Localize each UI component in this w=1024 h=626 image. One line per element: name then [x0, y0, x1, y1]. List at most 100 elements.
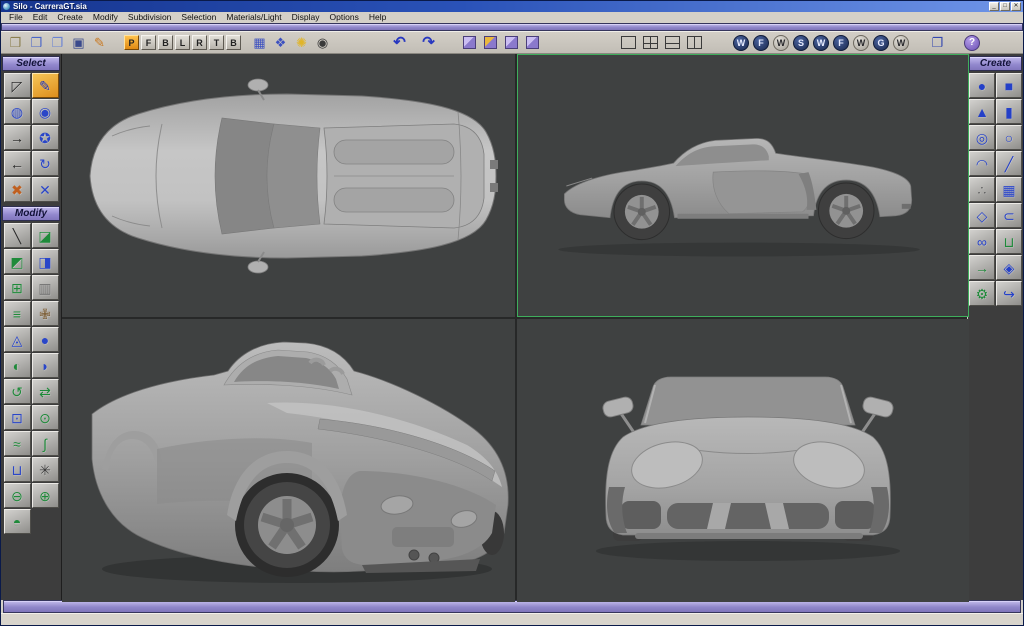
flat-shade-toggle-1[interactable]: F [753, 34, 769, 51]
scoop-tool-button[interactable]: ◗ [31, 353, 59, 378]
wireframe-toggle-4[interactable]: W [853, 34, 869, 51]
viewport-front-view[interactable] [517, 319, 969, 602]
view-back-button[interactable]: B [158, 35, 173, 50]
sweep-button[interactable]: ↪ [996, 281, 1022, 306]
bevel-tool-button[interactable]: ◨ [31, 249, 59, 274]
create-polygon-button[interactable]: ◇ [969, 203, 995, 228]
create-cone-button[interactable]: ▲ [969, 99, 995, 124]
flip-normals-tool-button[interactable]: ⇄ [31, 379, 59, 404]
menu-help[interactable]: Help [364, 12, 391, 23]
menu-create[interactable]: Create [52, 12, 88, 23]
select-all-loops-tool-button[interactable]: ✪ [31, 125, 59, 150]
shift-loop-tool-button[interactable]: ≡ [3, 301, 31, 326]
round-tool-button[interactable]: ● [31, 327, 59, 352]
extrude-tool-button[interactable]: ◩ [3, 249, 31, 274]
help-button[interactable]: ? [964, 34, 980, 51]
close-button[interactable]: ✕ [1011, 2, 1021, 11]
sculpt-brush-tool-button[interactable]: ✳ [31, 457, 59, 482]
create-line-button[interactable]: ╱ [996, 151, 1022, 176]
bridge-tool-button[interactable]: ▥ [31, 275, 59, 300]
subdivide-shield-tool-button[interactable]: ⊕ [31, 483, 59, 508]
view-bottom-button[interactable]: B [226, 35, 241, 50]
subdivide-button[interactable] [459, 33, 480, 52]
instance-mirror-button[interactable]: ◈ [996, 255, 1022, 280]
select-loop-tool-button[interactable]: ◍ [3, 99, 31, 124]
bend-tool-button[interactable]: ≈ [3, 431, 31, 456]
invert-selection-tool-button[interactable]: ↻ [31, 151, 59, 176]
unsubdivide-shield-tool-button[interactable]: ⊖ [3, 483, 31, 508]
create-torus-button[interactable]: ◎ [969, 125, 995, 150]
ghost-shade-toggle[interactable]: G [873, 34, 889, 51]
crease-button[interactable] [501, 33, 522, 52]
smooth-tool-button[interactable]: ◓ [3, 509, 31, 534]
save-button[interactable]: ▣ [68, 33, 89, 52]
inset-tool-button[interactable]: ⊞ [3, 275, 31, 300]
new-scene-button[interactable]: ❒ [5, 33, 26, 52]
spin-edge-tool-button[interactable]: ↺ [3, 379, 31, 404]
split-tool-button[interactable]: ◬ [3, 327, 31, 352]
camera-button[interactable]: ◉ [312, 33, 333, 52]
viewport-top-view[interactable] [62, 54, 515, 317]
view-left-button[interactable]: L [175, 35, 190, 50]
create-sphere-button[interactable]: ● [969, 73, 995, 98]
create-tube-button[interactable]: ⊔ [996, 229, 1022, 254]
create-grid-plane-button[interactable]: ▦ [996, 177, 1022, 202]
wireframe-toggle-3[interactable]: W [813, 34, 829, 51]
menu-file[interactable]: File [4, 12, 28, 23]
open-file-button[interactable]: ❒ [26, 33, 47, 52]
wireframe-toggle-1[interactable]: W [733, 34, 749, 51]
menu-options[interactable]: Options [325, 12, 364, 23]
create-arc-button[interactable]: ◠ [969, 151, 995, 176]
lattice-toggle-button[interactable]: ❖ [270, 33, 291, 52]
view-top-button[interactable]: T [209, 35, 224, 50]
twist-tool-button[interactable]: ∫ [31, 431, 59, 456]
flat-shade-toggle-2[interactable]: F [833, 34, 849, 51]
save-scene-as-button[interactable]: ❐ [47, 33, 68, 52]
view-perspective-button[interactable]: P [124, 35, 139, 50]
viewport-side-view[interactable] [517, 54, 969, 317]
view-right-button[interactable]: R [192, 35, 207, 50]
knife-tool-button[interactable]: ╲ [3, 223, 31, 248]
layout-vsplit-button[interactable] [683, 33, 705, 52]
grow-selection-tool-button[interactable]: → [3, 125, 31, 150]
menu-modify[interactable]: Modify [88, 12, 123, 23]
layout-quad-button[interactable] [639, 33, 661, 52]
menu-edit[interactable]: Edit [28, 12, 53, 23]
lights-toggle-button[interactable]: ✺ [291, 33, 312, 52]
minimize-button[interactable]: _ [989, 2, 999, 11]
create-curve-button[interactable]: ⊂ [996, 203, 1022, 228]
viewport-perspective-view[interactable] [62, 319, 515, 602]
symmetry-selection-tool-button[interactable]: ✕ [31, 177, 59, 202]
maximize-button[interactable]: □ [1000, 2, 1010, 11]
area-select-tool-button[interactable]: ◸ [3, 73, 31, 98]
grid-toggle-button[interactable]: ▦ [249, 33, 270, 52]
unsubdivide-button[interactable] [480, 33, 501, 52]
menu-materials-light[interactable]: Materials/Light [221, 12, 286, 23]
tweak-tool-button[interactable]: ✙ [31, 301, 59, 326]
create-gear-button[interactable]: ⚙ [969, 281, 995, 306]
view-front-button[interactable]: F [141, 35, 156, 50]
uncrease-button[interactable] [522, 33, 543, 52]
menu-display[interactable]: Display [287, 12, 325, 23]
smooth-shade-toggle[interactable]: S [793, 34, 809, 51]
create-circle-button[interactable]: ○ [996, 125, 1022, 150]
duplicate-button[interactable]: → [969, 255, 995, 280]
create-cube-button[interactable]: ■ [996, 73, 1022, 98]
redo-button[interactable]: ↷ [418, 33, 439, 52]
export-button[interactable]: ✎ [89, 33, 110, 52]
wireframe-toggle-2[interactable]: W [773, 34, 789, 51]
select-ring-tool-button[interactable]: ◉ [31, 99, 59, 124]
create-edge-button[interactable]: ∞ [969, 229, 995, 254]
lathe-tool-button[interactable]: ⊔ [3, 457, 31, 482]
create-lathe-object-button[interactable]: ∴ [969, 177, 995, 202]
mirror-selection-tool-button[interactable]: ✖ [3, 177, 31, 202]
menu-subdivision[interactable]: Subdivision [123, 12, 176, 23]
layout-single-button[interactable] [617, 33, 639, 52]
fill-hole-tool-button[interactable]: ◐ [3, 353, 31, 378]
shrink-selection-tool-button[interactable]: ← [3, 151, 31, 176]
manual-button[interactable]: ❐ [927, 33, 948, 52]
cut-tool-button[interactable]: ◪ [31, 223, 59, 248]
layout-hsplit-button[interactable] [661, 33, 683, 52]
create-cylinder-button[interactable]: ▮ [996, 99, 1022, 124]
boolean-tool-button[interactable]: ⊡ [3, 405, 31, 430]
